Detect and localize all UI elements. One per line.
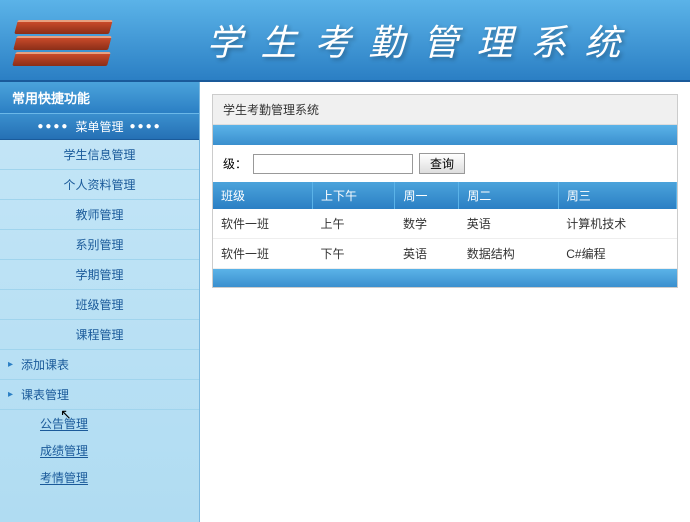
sidebar-item[interactable]: 系别管理: [0, 230, 199, 260]
table-row[interactable]: 软件一班下午英语数据结构C#编程: [213, 239, 677, 269]
sidebar-sub-item[interactable]: 公告管理: [0, 410, 199, 437]
sidebar-item[interactable]: 个人资料管理: [0, 170, 199, 200]
arrow-right-icon: ▸: [8, 359, 13, 370]
data-table: 班级上下午周一周二周三 软件一班上午数学英语计算机技术软件一班下午英语数据结构C…: [213, 182, 677, 269]
table-cell: 软件一班: [213, 209, 313, 239]
sidebar-item[interactable]: 学期管理: [0, 260, 199, 290]
search-button[interactable]: 查询: [419, 153, 465, 174]
sidebar: 常用快捷功能 ●●●● 菜单管理 ●●●● 学生信息管理个人资料管理教师管理系别…: [0, 82, 200, 522]
search-row: 级： 查询: [213, 145, 677, 182]
content-area: 学生考勤管理系统 级： 查询 班级上下午周一周二周三 软件一班上午数学英语计算机…: [200, 82, 690, 522]
sidebar-item[interactable]: 学生信息管理: [0, 140, 199, 170]
app-title: 学生考勤管理系统: [125, 14, 690, 66]
table-header-cell: 上下午: [313, 182, 395, 209]
bottom-divider-bar: [213, 269, 677, 287]
table-cell: 计算机技术: [558, 209, 676, 239]
top-divider-bar: [213, 125, 677, 145]
table-header-cell: 周三: [558, 182, 676, 209]
app-header: 学生考勤管理系统: [0, 0, 690, 82]
sidebar-active-label: 菜单管理: [75, 118, 123, 135]
table-cell: 下午: [313, 239, 395, 269]
table-row[interactable]: 软件一班上午数学英语计算机技术: [213, 209, 677, 239]
table-cell: 软件一班: [213, 239, 313, 269]
table-header-cell: 周一: [395, 182, 459, 209]
search-input[interactable]: [253, 154, 413, 174]
sidebar-item-label: 课表管理: [21, 386, 69, 403]
table-cell: C#编程: [558, 239, 676, 269]
dots-left-icon: ●●●●: [37, 121, 69, 132]
sidebar-sub-item[interactable]: 考情管理: [0, 464, 199, 491]
sidebar-item[interactable]: 课程管理: [0, 320, 199, 350]
dots-right-icon: ●●●●: [130, 121, 162, 132]
table-header-cell: 班级: [213, 182, 313, 209]
arrow-right-icon: ▸: [8, 389, 13, 400]
content-title: 学生考勤管理系统: [213, 95, 677, 125]
table-header-cell: 周二: [459, 182, 559, 209]
sidebar-item[interactable]: 教师管理: [0, 200, 199, 230]
sidebar-item[interactable]: 班级管理: [0, 290, 199, 320]
sidebar-item-expandable[interactable]: ▸ 课表管理: [0, 380, 199, 410]
table-cell: 上午: [313, 209, 395, 239]
table-cell: 数据结构: [459, 239, 559, 269]
sidebar-header: 常用快捷功能: [0, 82, 199, 113]
table-cell: 英语: [459, 209, 559, 239]
sidebar-active-menu[interactable]: ●●●● 菜单管理 ●●●●: [0, 113, 199, 140]
books-logo: [0, 0, 125, 81]
search-label: 级：: [223, 155, 247, 172]
table-cell: 数学: [395, 209, 459, 239]
table-cell: 英语: [395, 239, 459, 269]
sidebar-item-label: 添加课表: [21, 356, 69, 373]
sidebar-item-expandable[interactable]: ▸ 添加课表: [0, 350, 199, 380]
sidebar-sub-item[interactable]: 成绩管理: [0, 437, 199, 464]
